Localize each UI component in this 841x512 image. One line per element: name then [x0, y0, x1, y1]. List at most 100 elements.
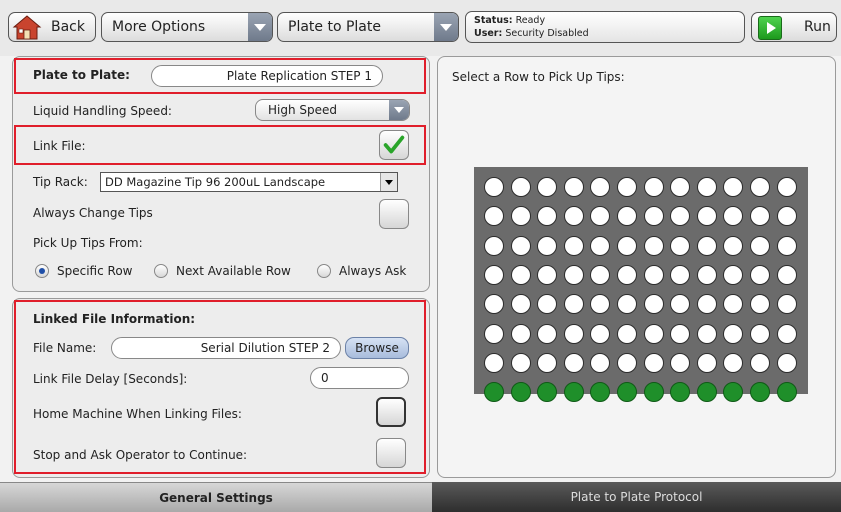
- tip-plate-grid[interactable]: [474, 167, 808, 403]
- tip-well[interactable]: [643, 323, 664, 344]
- tip-well[interactable]: [670, 294, 691, 315]
- tip-well[interactable]: [776, 323, 797, 344]
- tip-well[interactable]: [537, 206, 558, 227]
- stop-ask-checkbox[interactable]: [376, 438, 406, 468]
- run-button[interactable]: Run: [751, 12, 837, 42]
- plate-to-plate-input[interactable]: Plate Replication STEP 1: [151, 65, 383, 87]
- tip-well[interactable]: [696, 382, 717, 403]
- tip-well[interactable]: [484, 352, 504, 373]
- tip-well[interactable]: [617, 235, 637, 256]
- tip-well[interactable]: [484, 382, 504, 403]
- tip-well[interactable]: [537, 264, 558, 285]
- tip-well[interactable]: [696, 323, 717, 344]
- tip-well[interactable]: [563, 264, 584, 285]
- tip-well[interactable]: [590, 177, 611, 197]
- tip-well[interactable]: [776, 382, 797, 403]
- radio-always-ask[interactable]: [317, 264, 331, 278]
- tip-well[interactable]: [617, 323, 637, 344]
- tip-well[interactable]: [723, 323, 744, 344]
- tip-well[interactable]: [696, 264, 717, 285]
- tip-well[interactable]: [484, 294, 504, 315]
- tip-well[interactable]: [643, 177, 664, 197]
- tip-well[interactable]: [563, 235, 584, 256]
- tip-rack-select[interactable]: DD Magazine Tip 96 200uL Landscape: [100, 172, 398, 192]
- tip-well[interactable]: [696, 177, 717, 197]
- tip-well[interactable]: [510, 235, 531, 256]
- tip-well[interactable]: [510, 206, 531, 227]
- tip-well[interactable]: [643, 235, 664, 256]
- more-options-dropdown[interactable]: More Options: [101, 12, 273, 42]
- browse-button[interactable]: Browse: [345, 337, 409, 359]
- tip-well[interactable]: [590, 206, 611, 227]
- tip-well[interactable]: [563, 323, 584, 344]
- tip-well[interactable]: [750, 235, 770, 256]
- tip-well[interactable]: [696, 235, 717, 256]
- back-button[interactable]: Back: [8, 12, 96, 42]
- tip-well[interactable]: [537, 294, 558, 315]
- speed-select[interactable]: High Speed: [255, 99, 410, 121]
- radio-next-available-row[interactable]: [154, 264, 168, 278]
- tip-well[interactable]: [670, 323, 691, 344]
- tip-well[interactable]: [563, 294, 584, 315]
- tip-well[interactable]: [537, 352, 558, 373]
- tip-well[interactable]: [510, 264, 531, 285]
- tip-well[interactable]: [750, 352, 770, 373]
- tip-well[interactable]: [776, 235, 797, 256]
- radio-specific-row[interactable]: [35, 264, 49, 278]
- tip-well[interactable]: [590, 264, 611, 285]
- tip-well[interactable]: [510, 294, 531, 315]
- tip-well[interactable]: [510, 323, 531, 344]
- tip-well[interactable]: [617, 206, 637, 227]
- tip-well[interactable]: [670, 264, 691, 285]
- tip-well[interactable]: [776, 294, 797, 315]
- tip-well[interactable]: [617, 264, 637, 285]
- tip-well[interactable]: [723, 235, 744, 256]
- tip-well[interactable]: [643, 382, 664, 403]
- tip-well[interactable]: [670, 352, 691, 373]
- tip-well[interactable]: [484, 235, 504, 256]
- tip-well[interactable]: [670, 206, 691, 227]
- tip-well[interactable]: [643, 206, 664, 227]
- tab-general-settings[interactable]: General Settings: [0, 482, 432, 512]
- tip-well[interactable]: [776, 352, 797, 373]
- tip-well[interactable]: [617, 352, 637, 373]
- tip-well[interactable]: [696, 294, 717, 315]
- tip-well[interactable]: [670, 177, 691, 197]
- tip-well[interactable]: [537, 235, 558, 256]
- tip-well[interactable]: [696, 352, 717, 373]
- tip-well[interactable]: [750, 323, 770, 344]
- tip-well[interactable]: [590, 323, 611, 344]
- tip-well[interactable]: [537, 323, 558, 344]
- tip-well[interactable]: [643, 294, 664, 315]
- tip-well[interactable]: [723, 206, 744, 227]
- tip-well[interactable]: [590, 352, 611, 373]
- always-change-checkbox[interactable]: [379, 199, 409, 229]
- tip-well[interactable]: [617, 382, 637, 403]
- tip-well[interactable]: [537, 177, 558, 197]
- tip-well[interactable]: [484, 323, 504, 344]
- tip-well[interactable]: [510, 382, 531, 403]
- tip-well[interactable]: [776, 177, 797, 197]
- tip-well[interactable]: [776, 206, 797, 227]
- mode-dropdown[interactable]: Plate to Plate: [277, 12, 459, 42]
- tip-well[interactable]: [643, 352, 664, 373]
- tip-well[interactable]: [670, 235, 691, 256]
- tip-well[interactable]: [617, 294, 637, 315]
- tip-well[interactable]: [750, 294, 770, 315]
- tip-well[interactable]: [563, 352, 584, 373]
- tip-well[interactable]: [750, 382, 770, 403]
- tip-well[interactable]: [563, 206, 584, 227]
- home-machine-checkbox[interactable]: [376, 397, 406, 427]
- tip-well[interactable]: [484, 206, 504, 227]
- tip-well[interactable]: [776, 264, 797, 285]
- tip-well[interactable]: [723, 294, 744, 315]
- tip-well[interactable]: [643, 264, 664, 285]
- tip-well[interactable]: [750, 264, 770, 285]
- tip-well[interactable]: [563, 177, 584, 197]
- file-name-input[interactable]: Serial Dilution STEP 2: [111, 337, 341, 359]
- tip-well[interactable]: [617, 177, 637, 197]
- tip-well[interactable]: [590, 235, 611, 256]
- tab-plate-to-plate-protocol[interactable]: Plate to Plate Protocol: [432, 482, 841, 512]
- tip-well[interactable]: [484, 177, 504, 197]
- tip-well[interactable]: [723, 264, 744, 285]
